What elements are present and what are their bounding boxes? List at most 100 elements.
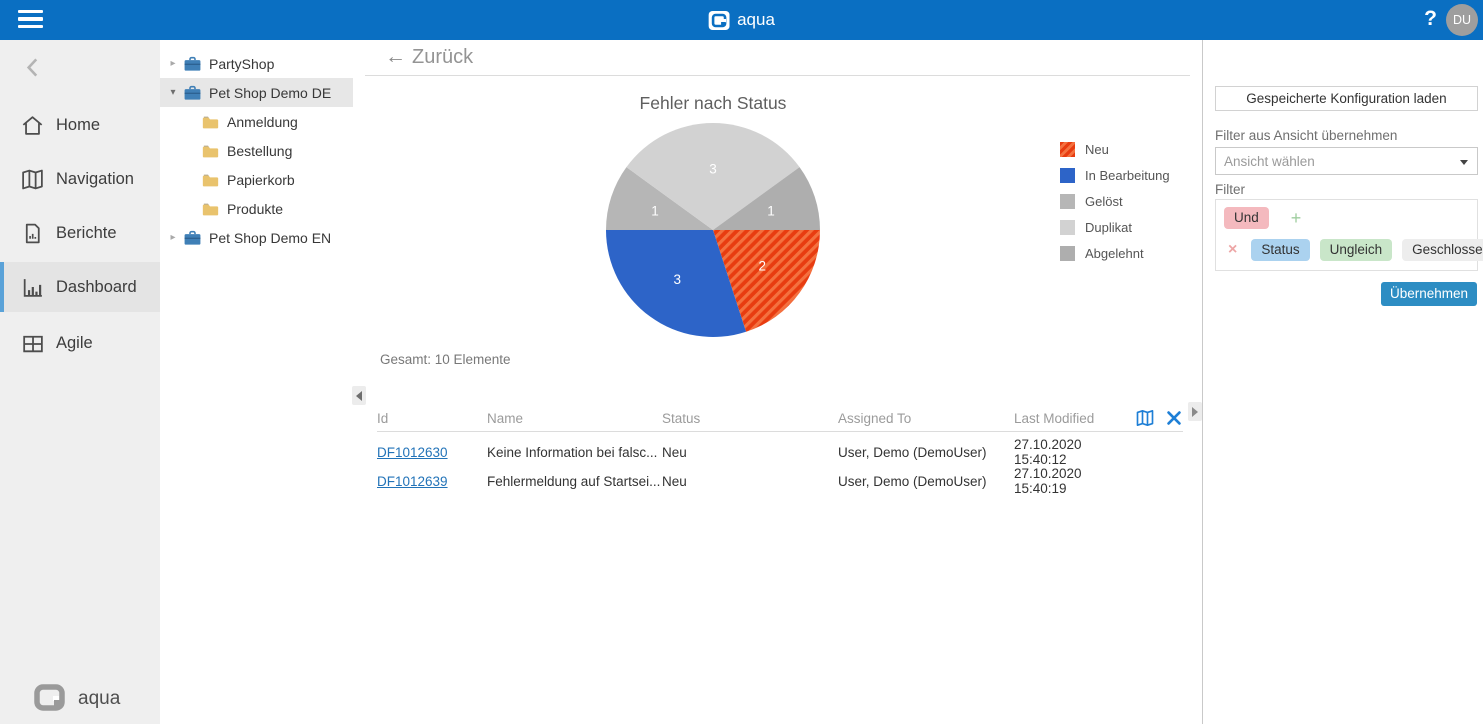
column-header-status[interactable]: Status — [662, 411, 838, 426]
sidebar-footer-logo: aqua — [34, 684, 120, 713]
legend-label: In Bearbeitung — [1085, 167, 1170, 183]
sidebar-item-home[interactable]: Home — [0, 100, 160, 150]
id-cell: DF1012639 — [377, 474, 487, 489]
open-map-icon[interactable] — [1134, 408, 1156, 428]
apply-button[interactable]: Übernehmen — [1380, 282, 1477, 306]
folder-icon — [200, 199, 221, 219]
tree-node-project[interactable]: ▸ Pet Shop Demo EN — [160, 223, 353, 252]
pie-slice-value: 2 — [759, 258, 767, 273]
footer-brand-name: aqua — [78, 687, 121, 709]
tree-node-project[interactable]: ▾ Pet Shop Demo DE — [160, 78, 353, 107]
tree-node-label: Pet Shop Demo DE — [209, 84, 332, 101]
table-row: DF1012639 Fehlermeldung auf Startsei... Ne… — [377, 466, 1183, 496]
tree-node-folder[interactable]: Bestellung — [160, 136, 353, 165]
column-header-id[interactable]: Id — [377, 411, 487, 426]
sidebar-item-agile[interactable]: Agile — [0, 318, 160, 368]
close-icon[interactable] — [1163, 408, 1185, 428]
sidebar-item-label: Navigation — [56, 169, 134, 188]
pie-slice-value: 3 — [673, 272, 681, 287]
tree-node-project[interactable]: ▸ PartyShop — [160, 49, 353, 78]
legend-label: Duplikat — [1085, 219, 1132, 235]
sidebar-item-label: Dashboard — [56, 277, 137, 296]
tree-node-folder[interactable]: Papierkorb — [160, 165, 353, 194]
filter-label: Filter — [1215, 182, 1245, 197]
pie-slice-value: 1 — [767, 204, 775, 219]
legend-label: Gelöst — [1085, 193, 1123, 209]
chart-legend: Neu In Bearbeitung Gelöst Duplikat Abgelehnt — [1060, 136, 1170, 266]
id-cell: DF1012630 — [377, 445, 487, 460]
sidebar-item-label: Berichte — [56, 223, 117, 242]
view-select[interactable]: Ansicht wählen — [1215, 147, 1478, 175]
legend-item-gelöst[interactable]: Gelöst — [1060, 188, 1170, 214]
aqua-logo-icon — [708, 10, 730, 30]
sidebar: Home Navigation Berichte Dashboard Agile aqu… — [0, 40, 160, 724]
pie-slice-value: 3 — [709, 162, 717, 177]
top-bar: aqua ? DU — [0, 0, 1483, 40]
table-row: DF1012630 Keine Information bei falsc... N… — [377, 437, 1183, 467]
chart-title: Fehler nach Status — [639, 93, 787, 113]
expander-collapsed-icon[interactable]: ▸ — [167, 58, 179, 69]
last-modified-cell: 27.10.2020 15:40:19 — [1014, 466, 1082, 496]
help-icon[interactable]: ? — [1424, 7, 1437, 31]
tree-node-label: Anmeldung — [227, 113, 298, 130]
chevron-down-icon — [1460, 160, 1468, 165]
defect-id-link[interactable]: DF1012630 — [377, 445, 448, 460]
home-icon — [20, 113, 45, 138]
legend-color-chip — [1060, 219, 1075, 235]
load-config-button[interactable]: Gespeicherte Konfiguration laden — [1215, 86, 1478, 111]
tree-node-folder[interactable]: Produkte — [160, 194, 353, 223]
legend-item-abgelehnt[interactable]: Abgelehnt — [1060, 240, 1170, 266]
status-cell: Neu — [662, 473, 687, 489]
column-header-assigned-to[interactable]: Assigned To — [838, 411, 1014, 426]
sidebar-item-navigation[interactable]: Navigation — [0, 154, 160, 204]
condition-value-chip[interactable]: Geschlossen — [1402, 239, 1483, 261]
pie-chart[interactable]: 2 3 1 3 1 — [598, 115, 828, 345]
back-label: Zurück — [412, 46, 474, 68]
legend-item-neu[interactable]: Neu — [1060, 136, 1170, 162]
legend-item-duplikat[interactable]: Duplikat — [1060, 214, 1170, 240]
menu-icon[interactable] — [18, 10, 44, 30]
expander-collapsed-icon[interactable]: ▸ — [167, 232, 179, 243]
condition-operator-chip[interactable]: Ungleich — [1319, 239, 1393, 261]
tree-node-label: PartyShop — [209, 55, 275, 72]
defect-id-link[interactable]: DF1012639 — [377, 474, 448, 489]
view-select-placeholder: Ansicht wählen — [1224, 153, 1315, 169]
aqua-footer-icon — [34, 684, 65, 711]
legend-color-chip — [1060, 167, 1075, 183]
tree-node-label: Bestellung — [227, 142, 293, 159]
condition-field-chip[interactable]: Status — [1251, 239, 1310, 261]
expander-expanded-icon[interactable]: ▾ — [167, 87, 179, 98]
pie-slice-value: 1 — [651, 204, 659, 219]
collapse-left-handle[interactable] — [352, 386, 366, 405]
project-icon — [182, 54, 203, 74]
sidebar-item-berichte[interactable]: Berichte — [0, 208, 160, 258]
tree-node-label: Papierkorb — [227, 171, 295, 188]
folder-icon — [200, 170, 221, 190]
legend-item-in-bearbeitung[interactable]: In Bearbeitung — [1060, 162, 1170, 188]
app-logo: aqua — [708, 0, 775, 40]
project-tree: ▸ PartyShop ▾ Pet Shop Demo DE Anmeldung Best… — [160, 40, 358, 724]
tree-node-folder[interactable]: Anmeldung — [160, 107, 353, 136]
folder-icon — [200, 112, 221, 132]
grid-icon — [20, 331, 45, 356]
name-cell: Fehlermeldung auf Startsei... — [487, 473, 661, 489]
legend-label: Abgelehnt — [1085, 245, 1144, 261]
column-header-name[interactable]: Name — [487, 411, 662, 426]
column-header-last-modified[interactable]: Last Modified — [1014, 411, 1134, 426]
add-condition-icon[interactable]: + — [1291, 208, 1302, 229]
brand-name: aqua — [737, 10, 775, 29]
collapse-right-handle[interactable] — [1188, 402, 1202, 421]
status-cell: Neu — [662, 444, 687, 460]
filter-group-operator-chip[interactable]: Und — [1224, 207, 1269, 229]
last-modified-cell: 27.10.2020 15:40:12 — [1014, 437, 1082, 467]
legend-color-chip — [1060, 141, 1075, 157]
project-icon — [182, 228, 203, 248]
user-avatar[interactable]: DU — [1446, 4, 1478, 36]
legend-label: Neu — [1085, 141, 1109, 157]
back-button[interactable]: ← Zurück — [365, 40, 1190, 76]
sidebar-item-label: Home — [56, 115, 101, 134]
sidebar-item-dashboard[interactable]: Dashboard — [0, 262, 160, 312]
defects-table: Id Name Status Assigned To Last Modified DF1… — [377, 405, 1185, 496]
sidebar-collapse-icon[interactable] — [20, 54, 46, 80]
remove-condition-icon[interactable]: × — [1228, 241, 1237, 259]
